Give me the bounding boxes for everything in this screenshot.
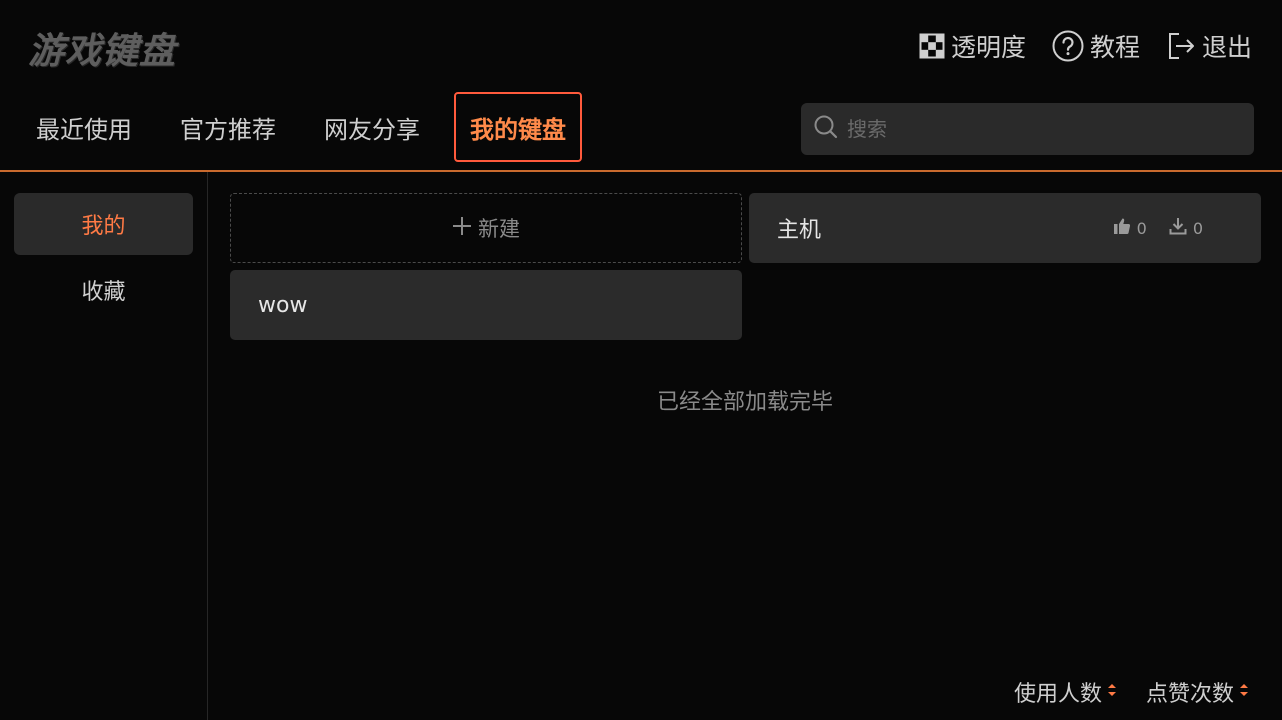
- thumbs-up-icon: [1113, 217, 1131, 239]
- transparency-icon: [919, 33, 945, 59]
- new-keyboard-button[interactable]: 新建: [230, 193, 742, 263]
- tab-my-keyboard[interactable]: 我的键盘: [454, 92, 582, 162]
- tab-shared[interactable]: 网友分享: [310, 92, 434, 162]
- plus-icon: [452, 216, 472, 241]
- keyboard-card-wow[interactable]: wow: [230, 270, 742, 340]
- download-stat: 0: [1169, 217, 1203, 239]
- tutorial-label: 教程: [1089, 33, 1140, 62]
- search-input[interactable]: [847, 117, 1227, 141]
- keyboard-card-name: wow: [258, 292, 308, 318]
- search-box[interactable]: [801, 103, 1254, 155]
- sort-arrows-icon: [1106, 680, 1118, 705]
- card-stats: 0 0: [1113, 193, 1203, 263]
- sidebar-divider: [207, 172, 208, 720]
- sort-by-likes[interactable]: 点赞次数: [1146, 676, 1250, 708]
- sort-likes-label: 点赞次数: [1145, 682, 1234, 707]
- download-count: 0: [1192, 218, 1203, 238]
- sort-by-users[interactable]: 使用人数: [1014, 676, 1118, 708]
- category-tabs: 最近使用 官方推荐 网友分享 我的键盘: [22, 92, 602, 162]
- tab-official[interactable]: 官方推荐: [166, 92, 290, 162]
- exit-icon: [1166, 31, 1196, 61]
- keyboard-card-console[interactable]: 主机 0 0: [749, 193, 1261, 263]
- exit-button[interactable]: 退出: [1166, 28, 1252, 64]
- game-keyboard-panel: 游戏键盘 透明度 教程 退出 最近使用 官方推荐 网友分享 我的键盘 搜索 我的…: [0, 0, 1282, 720]
- keyboard-card-name: 主机: [777, 218, 822, 243]
- app-logo: 游戏键盘: [28, 31, 177, 72]
- exit-label: 退出: [1201, 33, 1252, 62]
- search-icon: [813, 114, 839, 144]
- help-icon: [1052, 30, 1084, 62]
- download-icon: [1169, 217, 1187, 239]
- like-stat: 0: [1113, 217, 1147, 239]
- transparency-label: 透明度: [950, 33, 1026, 62]
- header-divider: [0, 170, 1282, 172]
- tutorial-button[interactable]: 教程: [1052, 28, 1140, 64]
- sidebar-item-mine[interactable]: 我的: [14, 193, 193, 255]
- sidebar-item-favorites[interactable]: 收藏: [14, 259, 193, 321]
- all-loaded-message: 已经全部加载完毕: [656, 390, 833, 415]
- sort-bar: 使用人数 点赞次数: [1014, 676, 1250, 708]
- like-count: 0: [1136, 218, 1147, 238]
- sort-users-label: 使用人数: [1013, 682, 1102, 707]
- top-actions: 透明度 教程 退出: [919, 28, 1252, 64]
- sort-arrows-icon: [1238, 680, 1250, 705]
- new-label: 新建: [478, 217, 520, 241]
- tab-recent[interactable]: 最近使用: [22, 92, 146, 162]
- transparency-button[interactable]: 透明度: [919, 28, 1026, 64]
